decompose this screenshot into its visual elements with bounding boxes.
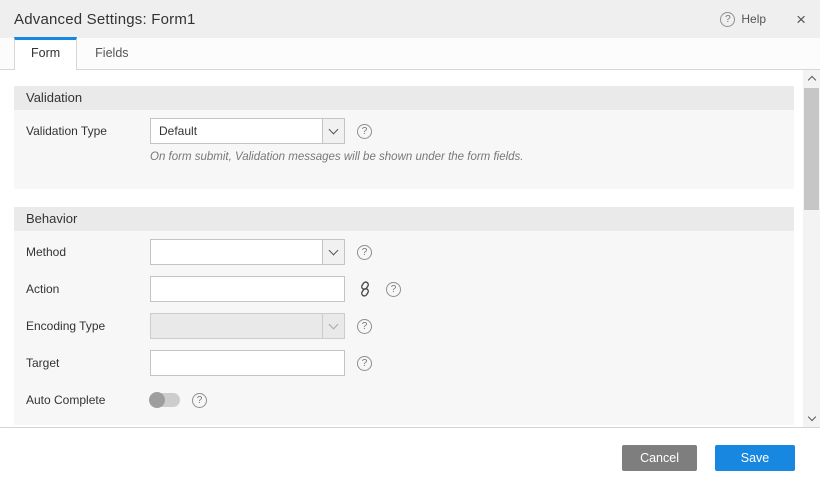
field-row-auto-complete: Auto Complete ? [14, 387, 794, 413]
tab-bar: Form Fields [0, 38, 820, 70]
question-icon[interactable]: ? [192, 393, 207, 408]
field-row-target: Target ? [14, 350, 794, 376]
question-icon[interactable]: ? [357, 124, 372, 139]
field-label: Auto Complete [26, 393, 150, 407]
dialog-header: Advanced Settings: Form1 ? Help × [0, 0, 820, 38]
auto-complete-toggle[interactable] [150, 393, 180, 407]
select-dropdown-button[interactable] [322, 119, 344, 143]
scroll-up-button[interactable] [803, 70, 820, 87]
select-value: Default [151, 119, 322, 143]
tab-form[interactable]: Form [14, 37, 77, 70]
field-label: Method [26, 245, 150, 259]
question-icon[interactable]: ? [357, 245, 372, 260]
settings-panel: Validation Validation Type Default [14, 86, 794, 425]
page-title: Advanced Settings: Form1 [14, 11, 196, 28]
field-note: On form submit, Validation messages will… [150, 151, 524, 163]
validation-type-select[interactable]: Default [150, 118, 345, 144]
action-input[interactable] [150, 276, 345, 302]
save-button[interactable]: Save [715, 445, 795, 471]
dialog-footer: Cancel Save [0, 428, 820, 487]
section-title: Validation [14, 86, 794, 110]
section-validation: Validation Validation Type Default [14, 86, 794, 189]
help-label: Help [741, 12, 766, 26]
method-select[interactable] [150, 239, 345, 265]
field-row-action: Action ? [14, 276, 794, 302]
select-dropdown-button [322, 314, 344, 338]
advanced-settings-dialog: Advanced Settings: Form1 ? Help × Form F… [0, 0, 820, 487]
question-icon[interactable]: ? [357, 319, 372, 334]
tab-fields[interactable]: Fields [77, 38, 146, 69]
field-row-method: Method ? [14, 239, 794, 265]
target-input[interactable] [150, 350, 345, 376]
field-row-validation-type: Validation Type Default ? [14, 118, 794, 163]
chevron-down-icon [329, 319, 339, 329]
chevron-down-icon [807, 413, 815, 421]
close-icon[interactable]: × [796, 11, 806, 28]
header-actions: ? Help × [720, 11, 806, 28]
field-row-encoding-type: Encoding Type ? [14, 313, 794, 339]
field-label: Encoding Type [26, 319, 150, 333]
link-button[interactable] [356, 280, 374, 298]
section-title: Behavior [14, 207, 794, 231]
field-label: Validation Type [26, 118, 150, 138]
link-icon [357, 281, 373, 297]
scrollbar-thumb[interactable] [804, 88, 819, 210]
chevron-up-icon [807, 76, 815, 84]
question-icon[interactable]: ? [357, 356, 372, 371]
select-dropdown-button[interactable] [322, 240, 344, 264]
vertical-scrollbar[interactable] [803, 70, 820, 427]
toggle-knob [149, 392, 165, 408]
scroll-down-button[interactable] [803, 410, 820, 427]
help-button[interactable]: ? Help [720, 12, 766, 27]
field-label: Action [26, 282, 150, 296]
section-behavior: Behavior Method ? [14, 207, 794, 425]
select-value [151, 314, 322, 338]
field-label: Target [26, 356, 150, 370]
help-circle-icon: ? [720, 12, 735, 27]
cancel-button[interactable]: Cancel [622, 445, 697, 471]
question-icon[interactable]: ? [386, 282, 401, 297]
settings-scroll-area: Validation Validation Type Default [0, 70, 820, 428]
chevron-down-icon [329, 245, 339, 255]
select-value [151, 240, 322, 264]
encoding-type-select [150, 313, 345, 339]
chevron-down-icon [329, 124, 339, 134]
